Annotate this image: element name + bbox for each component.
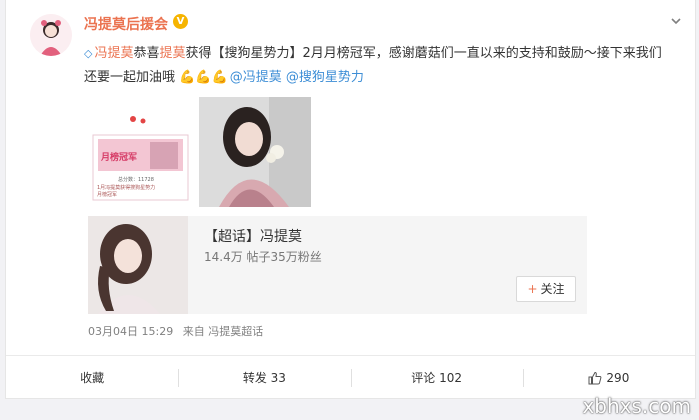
supertopic-title[interactable]: 【超话】冯提莫: [204, 226, 302, 246]
like-count: 290: [606, 370, 630, 385]
name-link[interactable]: 提莫: [160, 46, 186, 61]
user-avatar[interactable]: [30, 14, 72, 56]
post-content: ◇ 冯提莫恭喜提莫获得【搜狗星势力】2月月榜冠军，感谢蘑菇们一直以来的支持和鼓励～…: [84, 42, 669, 90]
supertopic-card[interactable]: 【超话】冯提莫 14.4万 帖子35万粉丝 + 关注: [88, 216, 587, 314]
mention-sogou[interactable]: @搜狗星势力: [286, 70, 364, 85]
post-meta: 03月04日 15:29 来自 冯提莫超话: [88, 323, 263, 339]
site-watermark: xbhxs.com: [582, 394, 691, 418]
repost-button[interactable]: 转发 33: [178, 356, 350, 399]
muscle-emoji-icon: 💪💪💪: [179, 70, 228, 85]
action-bar: 收藏 转发 33 评论 102 290: [6, 355, 695, 399]
image-thumbnail-2[interactable]: [199, 97, 311, 207]
follow-label: 关注: [540, 282, 565, 296]
post-source[interactable]: 来自 冯提莫超话: [183, 325, 264, 338]
thumbnail-1-line1: 总分数：11728: [118, 177, 154, 183]
favorite-button[interactable]: 收藏: [6, 356, 178, 399]
like-button[interactable]: 290: [522, 356, 695, 399]
thumbnail-1-banner: 月榜冠军: [101, 153, 138, 163]
weibo-post-card: 冯提莫后援会 V ◇ 冯提莫恭喜提莫获得【搜狗星势力】2月月榜冠军，感谢蘑菇们一直…: [5, 0, 696, 399]
verified-badge-icon: V: [173, 14, 188, 29]
supertopic-stats: 14.4万 帖子35万粉丝: [204, 250, 322, 264]
post-text-congrats: 恭喜: [133, 46, 160, 61]
thumbnail-1-line3: 月榜冠军: [97, 192, 118, 198]
supertopic-portrait: [88, 216, 188, 314]
topic-link[interactable]: 冯提莫: [94, 46, 133, 61]
thumbs-up-icon: [588, 371, 602, 384]
diamond-icon: ◇: [84, 47, 93, 60]
mention-fengtimo[interactable]: @冯提莫: [230, 70, 282, 85]
comment-label: 评论 102: [411, 371, 462, 385]
image-thumbnail-1[interactable]: 月榜冠军 总分数：11728 1月冯提莫获得搜狗星势力 月榜冠军: [88, 97, 193, 207]
username-link[interactable]: 冯提莫后援会: [84, 14, 168, 34]
follow-button[interactable]: + 关注: [516, 276, 576, 302]
comment-button[interactable]: 评论 102: [350, 356, 523, 399]
favorite-label: 收藏: [80, 371, 105, 385]
post-timestamp[interactable]: 03月04日 15:29: [88, 325, 173, 338]
supertopic-image: [88, 216, 188, 314]
avatar-illustration: [30, 14, 72, 56]
plus-icon: +: [527, 282, 538, 296]
thumbnail-1-line2: 1月冯提莫获得搜狗星势力: [97, 185, 156, 191]
portrait-photo: [199, 97, 311, 207]
repost-label: 转发 33: [242, 371, 286, 385]
chevron-down-icon[interactable]: [671, 16, 681, 26]
